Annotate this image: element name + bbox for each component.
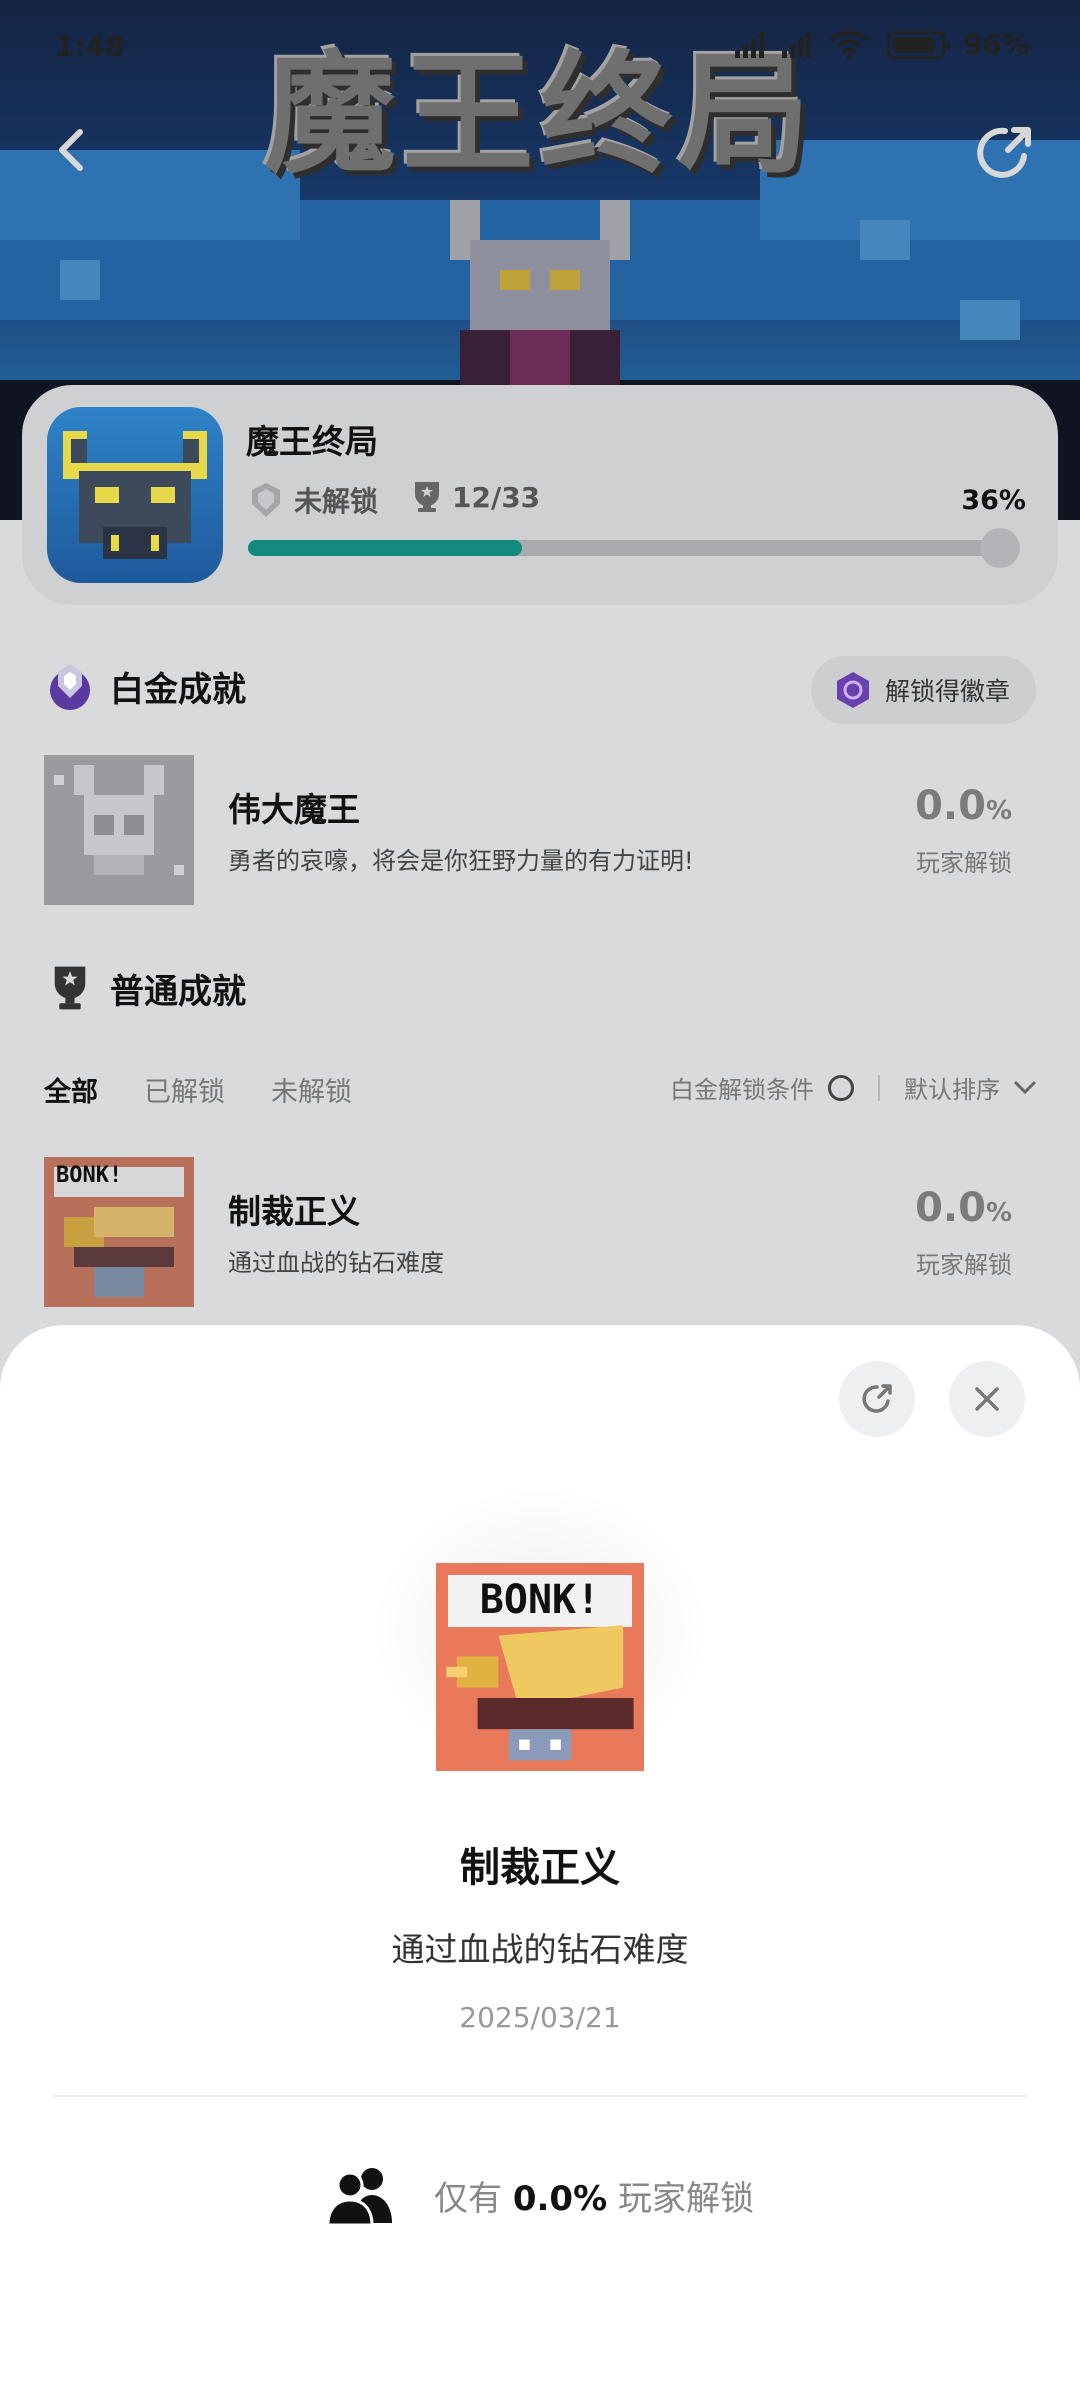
platinum-trophy-icon	[50, 664, 90, 710]
game-title: 魔王终局	[246, 422, 378, 461]
status-time: 1:48	[55, 30, 125, 63]
achievement-unlock-label: 玩家解锁	[916, 1251, 1012, 1279]
achievement-percent-unit: %	[985, 1198, 1012, 1228]
platinum-section-title: 白金成就	[110, 669, 246, 710]
skull-icon	[54, 765, 184, 875]
progress-bar-fill	[248, 540, 522, 556]
trophy-count-value: 12/33	[452, 480, 541, 514]
badge-icon	[836, 672, 869, 708]
sheet-divider	[54, 2095, 1026, 2097]
achievement-percent-value: 0.0	[915, 1185, 986, 1231]
battery-icon	[886, 30, 950, 59]
game-summary-card[interactable]: 魔王终局 未解锁 12/33 36%	[22, 385, 1058, 605]
progress-end-trophy-icon	[980, 528, 1020, 568]
sheet-achievement-title: 制裁正义	[460, 1845, 620, 1891]
achievement-percent-unit: %	[985, 796, 1012, 826]
tab-unlocked[interactable]: 已解锁	[144, 1070, 225, 1109]
bonk-art-text: BONK!	[56, 1163, 123, 1188]
achievement-percent: 0.0%	[915, 1185, 1012, 1231]
tab-locked[interactable]: 未解锁	[271, 1070, 352, 1109]
achievement-percent-value: 0.0	[915, 783, 986, 829]
stat-suffix: 玩家解锁	[617, 2178, 754, 2219]
wifi-icon	[829, 30, 869, 60]
status-bar: 1:48 96%	[0, 0, 1080, 100]
sheet-achievement-desc: 通过血战的钻石难度	[391, 1930, 689, 1969]
achievement-thumbnail	[44, 755, 194, 905]
platinum-achievement-row[interactable]: 伟大魔王 勇者的哀嚎，将会是你狂野力量的有力证明! 0.0% 玩家解锁	[44, 755, 1036, 905]
battery-percent: 96%	[962, 28, 1030, 61]
stat-text: 仅有 0.0% 玩家解锁	[434, 2171, 754, 2220]
progress-bar	[248, 528, 1020, 568]
stat-prefix: 仅有	[434, 2178, 503, 2219]
achievement-name: 伟大魔王	[228, 790, 360, 829]
filter-bar: 白金解锁条件 默认排序	[670, 1070, 1036, 1105]
platinum-trophy-icon	[252, 483, 280, 517]
stat-value: 0.0%	[512, 2178, 608, 2219]
sheet-share-button[interactable]	[839, 1361, 915, 1437]
achievement-tabs: 全部 已解锁 未解锁	[44, 1070, 352, 1109]
tab-all[interactable]: 全部	[44, 1070, 98, 1109]
demon-skull-icon	[63, 431, 207, 559]
mage-hat-icon	[446, 1625, 634, 1761]
unlock-stat: 仅有 0.0% 玩家解锁	[0, 2165, 1080, 2225]
normal-section-header: 普通成就	[44, 962, 246, 1014]
lock-status-label: 未解锁	[294, 485, 379, 518]
lock-status: 未解锁	[246, 480, 378, 520]
platinum-section-header: 白金成就	[44, 660, 246, 712]
normal-section-title: 普通成就	[110, 971, 246, 1012]
achievement-desc: 勇者的哀嚎，将会是你狂野力量的有力证明!	[228, 847, 694, 875]
filter-divider	[878, 1074, 880, 1101]
share-icon	[862, 1384, 892, 1413]
signal-icon	[781, 31, 811, 58]
achievement-detail-sheet: BONK! 制裁正义 通过血战的钻石难度 2025/03/21 仅有 0.0% …	[0, 1325, 1080, 2400]
sheet-unlock-date: 2025/03/21	[459, 2001, 621, 2034]
achievement-unlock-label: 玩家解锁	[916, 849, 1012, 877]
platinum-condition-label[interactable]: 白金解锁条件	[670, 1070, 814, 1105]
signal-icon	[734, 31, 764, 58]
bonk-art-text: BONK!	[479, 1577, 601, 1623]
achievement-row[interactable]: BONK! 制裁正义 通过血战的钻石难度 0.0% 玩家解锁	[44, 1157, 1036, 1307]
achievement-name: 制裁正义	[228, 1192, 360, 1231]
unlock-badge-button[interactable]: 解锁得徽章	[810, 656, 1036, 724]
trophy-icon	[415, 482, 439, 512]
trophy-count: 12/33	[412, 480, 540, 514]
share-icon[interactable]	[972, 120, 1038, 186]
status-icons: 96%	[734, 28, 1030, 61]
sheet-close-button[interactable]	[949, 1361, 1025, 1437]
achievement-percent: 0.0%	[915, 783, 1012, 829]
achievement-artwork: BONK!	[436, 1563, 644, 1771]
close-icon	[975, 1387, 999, 1411]
sort-dropdown[interactable]: 默认排序	[904, 1070, 1000, 1105]
chevron-down-icon[interactable]	[1014, 1081, 1036, 1095]
trophy-icon	[54, 966, 86, 1010]
achievement-desc: 通过血战的钻石难度	[228, 1249, 444, 1277]
progress-percent: 36%	[961, 485, 1026, 516]
unlock-badge-label: 解锁得徽章	[884, 677, 1010, 706]
back-icon[interactable]	[42, 120, 102, 180]
game-icon	[47, 407, 223, 583]
platinum-condition-toggle[interactable]	[828, 1074, 854, 1101]
achievement-thumbnail: BONK!	[44, 1157, 194, 1307]
people-icon	[326, 2168, 393, 2225]
